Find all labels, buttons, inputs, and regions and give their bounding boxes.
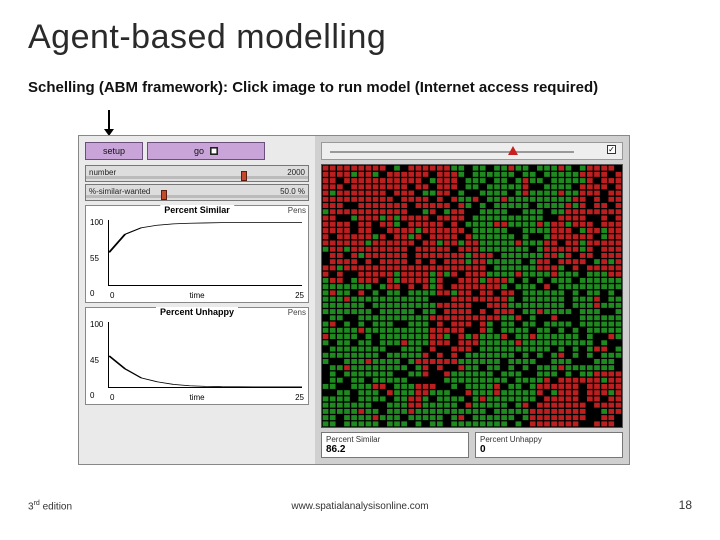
slider-similar-thumb[interactable] bbox=[161, 190, 167, 200]
chart-percent-unhappy: Percent Unhappy Pens 100 45 0 0 25 time bbox=[85, 307, 309, 405]
world-panel: ✓ Percent Similar 86.2 Percent Unhappy 0 bbox=[315, 136, 629, 464]
controls-panel: setup go number 2000 %-similar-wanted 50… bbox=[79, 136, 315, 464]
chart-title: Percent Similar bbox=[160, 205, 234, 215]
pens-label: Pens bbox=[288, 308, 306, 317]
page-title: Agent-based modelling bbox=[28, 18, 692, 57]
x-tick-min: 0 bbox=[110, 291, 114, 300]
monitor-label: Percent Similar bbox=[326, 435, 464, 444]
update-checkbox[interactable]: ✓ bbox=[607, 145, 616, 154]
go-button[interactable]: go bbox=[147, 142, 265, 160]
background-decoration bbox=[0, 488, 720, 540]
monitor-value: 86.2 bbox=[326, 444, 464, 455]
speed-slider[interactable]: ✓ bbox=[321, 142, 623, 160]
y-tick-min: 0 bbox=[90, 391, 94, 400]
go-label: go bbox=[194, 146, 204, 156]
x-tick-max: 25 bbox=[295, 393, 304, 402]
footer-edition: 3rd edition bbox=[28, 500, 72, 512]
chart-percent-similar: Percent Similar Pens 100 55 0 0 25 time bbox=[85, 205, 309, 303]
world-view bbox=[321, 164, 623, 428]
footer-url: www.spatialanalysisonline.com bbox=[291, 501, 428, 512]
chart-title: Percent Unhappy bbox=[156, 307, 238, 317]
slider-number-thumb[interactable] bbox=[241, 171, 247, 181]
slide: Agent-based modelling Schelling (ABM fra… bbox=[0, 0, 720, 540]
x-tick-min: 0 bbox=[110, 393, 114, 402]
setup-button[interactable]: setup bbox=[85, 142, 143, 160]
monitor-percent-unhappy: Percent Unhappy 0 bbox=[475, 432, 623, 458]
y-tick-mid: 55 bbox=[90, 254, 99, 263]
model-screenshot[interactable]: setup go number 2000 %-similar-wanted 50… bbox=[78, 135, 630, 465]
slider-number[interactable]: number 2000 bbox=[85, 165, 309, 182]
pens-label: Pens bbox=[288, 206, 306, 215]
footer-page-number: 18 bbox=[679, 498, 692, 512]
arrow-down-icon bbox=[108, 110, 110, 130]
toggle-icon bbox=[210, 147, 218, 155]
y-tick-mid: 45 bbox=[90, 356, 99, 365]
x-tick-max: 25 bbox=[295, 291, 304, 300]
monitor-percent-similar: Percent Similar 86.2 bbox=[321, 432, 469, 458]
y-tick-min: 0 bbox=[90, 289, 94, 298]
subtitle: Schelling (ABM framework): Click image t… bbox=[28, 79, 692, 96]
speed-thumb-icon[interactable] bbox=[508, 146, 518, 155]
checkbox-icon: ✓ bbox=[607, 145, 616, 154]
y-tick-max: 100 bbox=[90, 320, 103, 329]
monitor-label: Percent Unhappy bbox=[480, 435, 618, 444]
slider-similar[interactable]: %-similar-wanted 50.0 % bbox=[85, 184, 309, 201]
x-axis-label: time bbox=[189, 393, 204, 402]
y-tick-max: 100 bbox=[90, 218, 103, 227]
x-axis-label: time bbox=[189, 291, 204, 300]
monitor-value: 0 bbox=[480, 444, 618, 455]
